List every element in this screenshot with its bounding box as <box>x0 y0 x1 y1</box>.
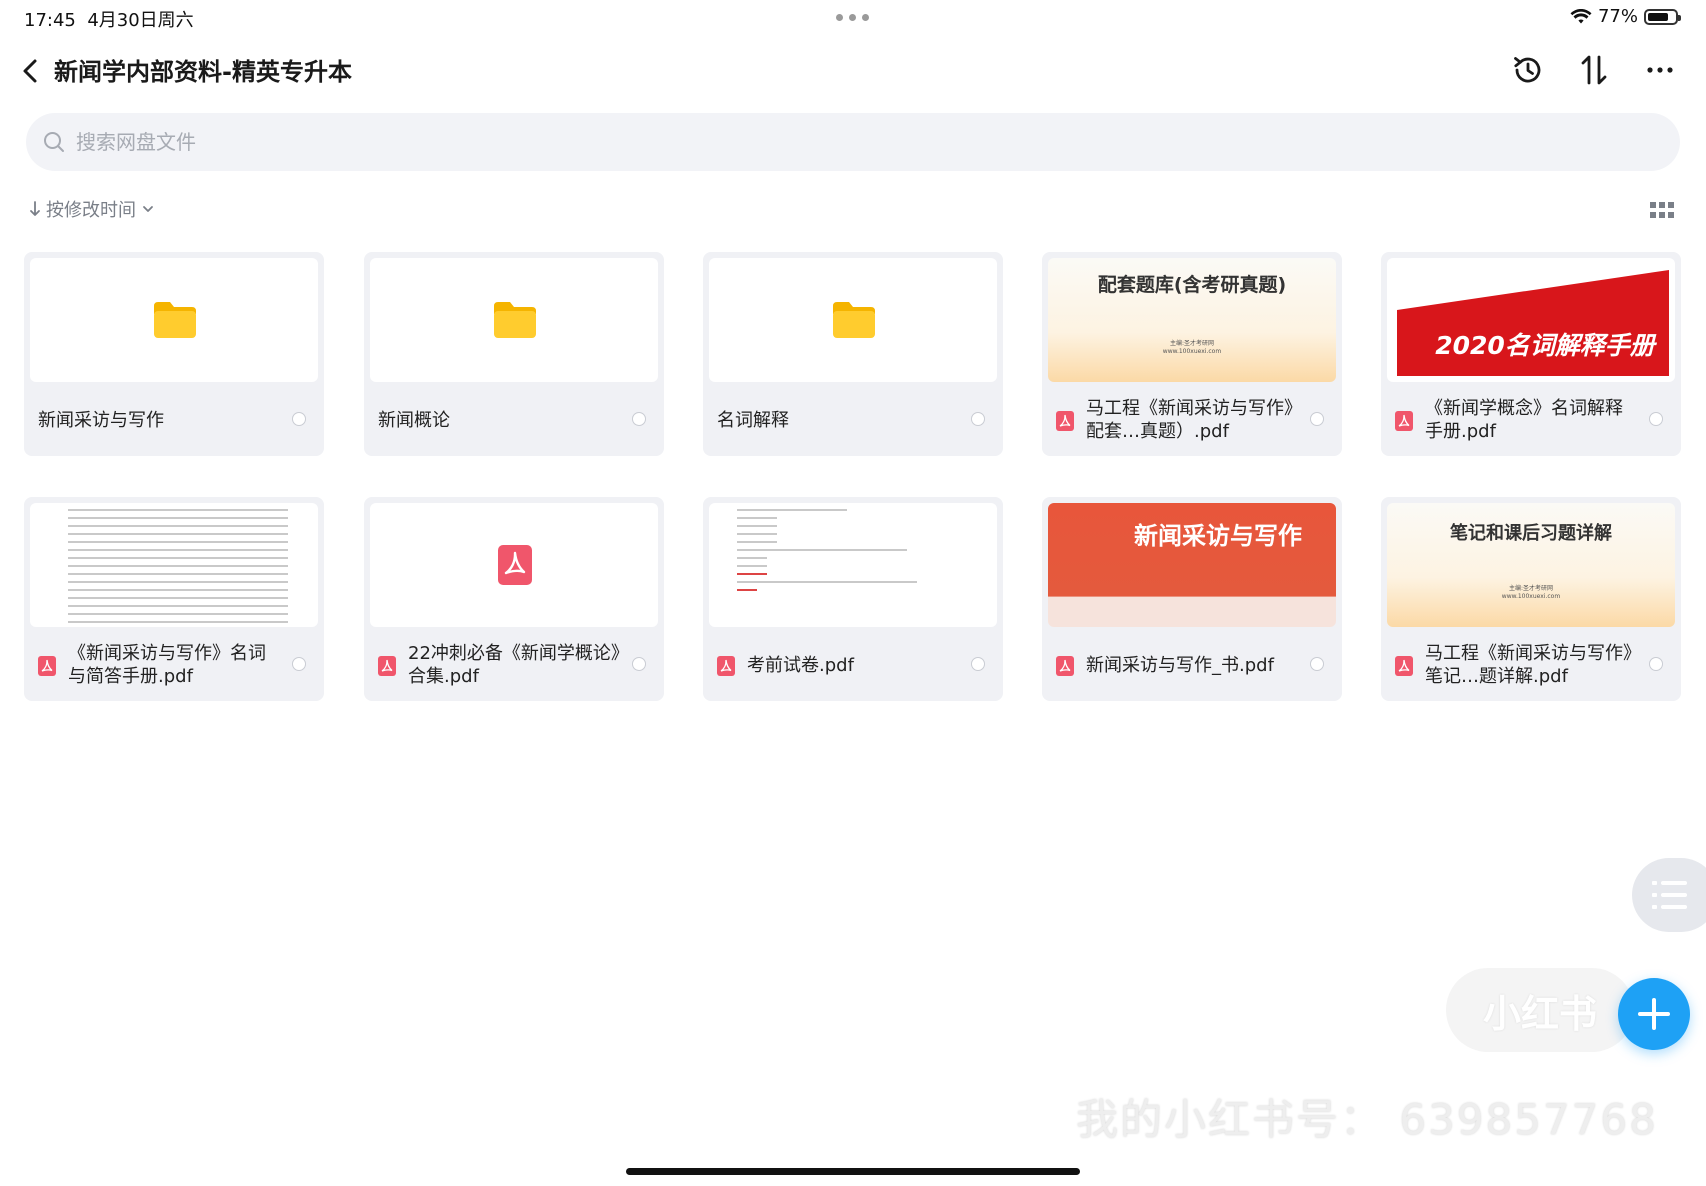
history-icon <box>1514 57 1541 83</box>
nav-actions <box>1508 50 1680 90</box>
file-card-pdf[interactable]: 2020名词解释手册 《新闻学概念》名词解释手册.pdf <box>1381 252 1681 456</box>
search-bar[interactable] <box>26 113 1680 171</box>
pdf-icon <box>1395 411 1413 431</box>
file-name: 新闻采访与写作_书.pdf <box>1086 654 1274 676</box>
search-icon <box>44 132 64 152</box>
back-button[interactable] <box>18 54 46 88</box>
sort-selector[interactable]: 按修改时间 <box>28 196 156 222</box>
multitasking-dots[interactable] <box>836 14 869 21</box>
folder-icon <box>154 302 196 338</box>
select-radio[interactable] <box>292 412 306 426</box>
watermark-logo: 小红书 <box>1446 968 1634 1052</box>
thumb-title: 新闻采访与写作 <box>1134 521 1302 550</box>
banner-image <box>1397 270 1669 376</box>
file-thumbnail <box>30 503 318 627</box>
thumb-subtitle: 主编:圣才考研网 <box>1169 340 1215 347</box>
transfer-list-button[interactable] <box>1632 858 1706 932</box>
file-card-folder[interactable]: 新闻采访与写作 <box>24 252 324 456</box>
pdf-icon <box>498 545 532 585</box>
select-radio[interactable] <box>1310 657 1324 671</box>
file-thumbnail: 2020名词解释手册 <box>1387 258 1675 382</box>
file-thumbnail: 笔记和课后习题详解 主编:圣才考研网 www.100xuexi.com <box>1387 503 1675 627</box>
pdf-icon <box>378 656 396 676</box>
select-radio[interactable] <box>632 657 646 671</box>
page-title: 新闻学内部资料-精英专升本 <box>54 58 352 86</box>
file-card-pdf[interactable]: 考前试卷.pdf <box>703 497 1003 701</box>
file-thumbnail <box>709 258 997 382</box>
document-preview <box>68 509 288 627</box>
select-radio[interactable] <box>971 657 985 671</box>
status-right: 77% <box>1570 6 1681 27</box>
plus-icon <box>1638 998 1670 1030</box>
file-card-pdf[interactable]: 新闻采访与写作 新闻采访与写作_书.pdf <box>1042 497 1342 701</box>
file-card-folder[interactable]: 名词解释 <box>703 252 1003 456</box>
pdf-icon <box>717 656 735 676</box>
folder-icon <box>833 302 875 338</box>
thumb-title: 笔记和课后习题详解 <box>1450 523 1612 544</box>
thumb-title: 2020名词解释手册 <box>1435 331 1655 360</box>
file-thumbnail: 新闻采访与写作 <box>1048 503 1336 627</box>
thumb-subtitle: 主编:圣才考研网 <box>1508 585 1554 592</box>
thumb-subtitle: www.100xuexi.com <box>1501 593 1561 600</box>
select-radio[interactable] <box>1649 412 1663 426</box>
back-icon <box>23 59 37 83</box>
file-name: 新闻采访与写作 <box>38 409 164 431</box>
file-thumbnail <box>30 258 318 382</box>
file-card-pdf[interactable]: 配套题库(含考研真题) 主编:圣才考研网 www.100xuexi.com 马工… <box>1042 252 1342 456</box>
file-thumbnail <box>709 503 997 627</box>
nav-bar: 新闻学内部资料-精英专升本 <box>0 44 1706 98</box>
file-thumbnail <box>370 258 658 382</box>
thumb-title: 配套题库(含考研真题) <box>1097 274 1287 296</box>
select-radio[interactable] <box>632 412 646 426</box>
file-card-pdf[interactable]: 22冲刺必备《新闻学概论》合集.pdf <box>364 497 664 701</box>
file-card-folder[interactable]: 新闻概论 <box>364 252 664 456</box>
file-name: 新闻概论 <box>378 409 450 431</box>
list-icon <box>1652 881 1687 909</box>
wifi-icon <box>1570 8 1592 23</box>
file-name: 22冲刺必备《新闻学概论》合集.pdf <box>408 643 620 687</box>
battery-percent: 77% <box>1597 6 1638 27</box>
file-card-pdf[interactable]: 笔记和课后习题详解 主编:圣才考研网 www.100xuexi.com 马工程《… <box>1381 497 1681 701</box>
file-name: 《新闻学概念》名词解释手册.pdf <box>1425 398 1623 442</box>
file-name: 名词解释 <box>717 409 789 431</box>
select-radio[interactable] <box>1310 412 1324 426</box>
watermark-text: 我的小红书号： 639857768 <box>1076 1095 1658 1144</box>
pdf-icon <box>1056 656 1074 676</box>
sort-label: 按修改时间 <box>46 200 136 221</box>
folder-icon <box>494 302 536 338</box>
grid-view-icon[interactable] <box>1650 202 1674 218</box>
home-indicator[interactable] <box>626 1168 1080 1175</box>
search-input[interactable] <box>74 129 1638 155</box>
arrow-down-icon <box>30 201 40 216</box>
status-date: 4月30日周六 <box>87 10 194 31</box>
more-button[interactable] <box>1640 50 1680 90</box>
file-name: 考前试卷.pdf <box>747 654 854 676</box>
history-button[interactable] <box>1508 50 1548 90</box>
more-icon <box>1647 67 1673 73</box>
select-radio[interactable] <box>1649 657 1663 671</box>
thumb-subtitle: www.100xuexi.com <box>1162 348 1222 355</box>
sort-icon <box>1581 55 1607 85</box>
sort-button[interactable] <box>1574 50 1614 90</box>
file-card-pdf[interactable]: 《新闻采访与写作》名词与简答手册.pdf <box>24 497 324 701</box>
file-thumbnail <box>370 503 658 627</box>
status-time: 17:45 <box>24 10 76 31</box>
file-thumbnail: 配套题库(含考研真题) 主编:圣才考研网 www.100xuexi.com <box>1048 258 1336 382</box>
select-radio[interactable] <box>971 412 985 426</box>
select-radio[interactable] <box>292 657 306 671</box>
status-bar: 17:45 4月30日周六 77% <box>0 0 1706 36</box>
pdf-icon <box>38 656 56 676</box>
battery-icon <box>1644 8 1681 25</box>
file-name: 马工程《新闻采访与写作》笔记…题详解.pdf <box>1425 643 1632 687</box>
status-time-date: 17:45 4月30日周六 <box>24 6 194 32</box>
chevron-down-icon <box>143 206 153 212</box>
add-button[interactable] <box>1618 978 1690 1050</box>
file-name: 《新闻采访与写作》名词与简答手册.pdf <box>68 643 266 687</box>
file-name: 马工程《新闻采访与写作》配套…真题）.pdf <box>1086 398 1293 442</box>
pdf-icon <box>1056 411 1074 431</box>
document-preview <box>737 509 917 597</box>
pdf-icon <box>1395 656 1413 676</box>
